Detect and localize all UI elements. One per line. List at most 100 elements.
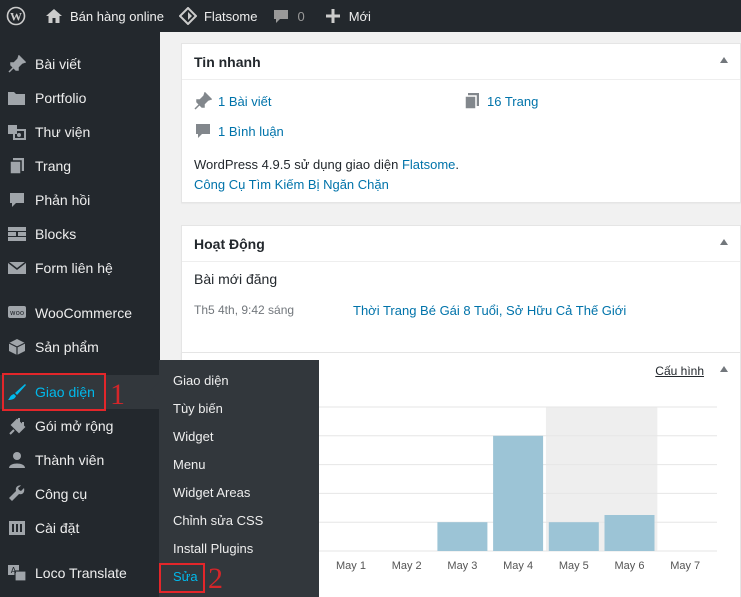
box-icon xyxy=(7,337,27,357)
menu-media[interactable]: Thư viện xyxy=(0,115,160,149)
chart-bar-may-5[interactable] xyxy=(548,522,599,551)
menu-users[interactable]: Thành viên xyxy=(0,443,160,477)
at-a-glance-widget: Tin nhanh 1 Bài viết 16 Trang 1 Bình luậ… xyxy=(181,43,741,203)
site-name: Bán hàng online xyxy=(70,8,164,24)
submenu-widget-areas[interactable]: Widget Areas xyxy=(173,485,250,500)
menu-label: Trang xyxy=(35,158,72,174)
user-icon xyxy=(7,450,27,470)
media-icon xyxy=(7,122,27,142)
menu-products[interactable]: Sản phẩm xyxy=(0,330,160,364)
widget-title[interactable]: Hoạt Động xyxy=(182,226,740,262)
menu-label: Blocks xyxy=(35,226,77,242)
plugin-icon xyxy=(7,416,27,436)
annotation-label-1: 1 xyxy=(110,378,125,411)
menu-label: Sản phẩm xyxy=(35,339,99,355)
x-tick-label: May 3 xyxy=(447,560,477,572)
wordpress-icon: W xyxy=(6,6,26,26)
settings-icon xyxy=(7,518,27,538)
woo-icon: woo xyxy=(7,303,27,323)
menu-label: Phản hồi xyxy=(35,192,91,208)
recent-post-link[interactable]: Thời Trang Bé Gái 8 Tuổi, Sở Hữu Cả Thế … xyxy=(353,303,626,318)
annotation-label-2: 2 xyxy=(208,562,223,595)
comment-bubble-icon xyxy=(271,6,291,26)
wrench-icon xyxy=(7,484,27,504)
menu-woocommerce[interactable]: woo WooCommerce xyxy=(0,296,160,330)
activity-widget: Hoạt Động Bài mới đăng Th5 4th, 9:42 sán… xyxy=(181,225,741,360)
pages-count-link[interactable]: 16 Trang xyxy=(463,92,538,110)
menu-label: Công cụ xyxy=(35,486,88,502)
menu-label: WooCommerce xyxy=(35,305,132,321)
new-label: Mới xyxy=(348,8,371,24)
annotation-box-1 xyxy=(2,373,106,411)
plus-icon xyxy=(323,6,343,26)
blocks-icon xyxy=(7,224,27,244)
menu-contact-form[interactable]: Form liên hệ xyxy=(0,251,160,285)
svg-text:A: A xyxy=(11,566,17,575)
wp-logo-button[interactable]: W xyxy=(0,0,40,32)
menu-blocks[interactable]: Blocks xyxy=(0,217,160,251)
chart-bar-may-3[interactable] xyxy=(437,522,488,551)
comment-icon xyxy=(196,124,210,138)
submenu-install-plugins[interactable]: Install Plugins xyxy=(173,541,253,556)
svg-text:woo: woo xyxy=(10,309,24,317)
flatsome-icon xyxy=(178,6,198,26)
menu-portfolio[interactable]: Portfolio xyxy=(0,81,160,115)
x-tick-label: May 5 xyxy=(559,560,589,572)
folder-icon xyxy=(7,88,27,108)
x-tick-label: May 6 xyxy=(615,560,645,572)
menu-settings[interactable]: Cài đặt xyxy=(0,511,160,545)
menu-pages[interactable]: Trang xyxy=(0,149,160,183)
chart-bar-may-6[interactable] xyxy=(604,515,655,551)
menu-label: Portfolio xyxy=(35,90,87,106)
mail-icon xyxy=(7,258,27,278)
menu-comments[interactable]: Phản hồi xyxy=(0,183,160,217)
new-content-link[interactable]: Mới xyxy=(313,0,379,32)
admin-bar: W Bán hàng online Flatsome 0 Mới xyxy=(0,0,741,32)
menu-label: Thư viện xyxy=(35,124,91,140)
post-date: Th5 4th, 9:42 sáng xyxy=(194,303,295,317)
submenu-edit-css[interactable]: Chỉnh sửa CSS xyxy=(173,513,263,528)
pages-icon xyxy=(464,93,479,110)
widget-title[interactable]: Tin nhanh xyxy=(182,44,740,80)
x-tick-label: May 1 xyxy=(336,560,366,572)
menu-label: Bài viết xyxy=(35,56,81,72)
comments-count-link[interactable]: 1 Bình luận xyxy=(194,122,284,140)
search-engines-blocked-link[interactable]: Công Cụ Tìm Kiếm Bị Ngăn Chặn xyxy=(194,177,389,192)
recent-posts-heading: Bài mới đăng xyxy=(194,271,278,287)
annotation-box-2 xyxy=(159,563,205,593)
menu-loco-translate[interactable]: A Loco Translate xyxy=(0,556,160,590)
submenu-menus[interactable]: Menu xyxy=(173,457,206,472)
chart-bar-may-4[interactable] xyxy=(493,435,544,551)
submenu-widgets[interactable]: Widget xyxy=(173,429,213,444)
submenu-themes[interactable]: Giao diện xyxy=(173,373,229,388)
home-icon xyxy=(44,6,64,26)
appearance-submenu: Giao diện Tùy biến Widget Menu Widget Ar… xyxy=(159,360,319,597)
x-tick-label: May 7 xyxy=(670,560,700,572)
posts-count-link[interactable]: 1 Bài viết xyxy=(194,92,271,110)
pages-icon xyxy=(7,156,27,176)
menu-label: Form liên hệ xyxy=(35,260,113,276)
pin-icon xyxy=(194,92,212,110)
collapse-arrow-icon[interactable] xyxy=(720,57,728,63)
svg-text:W: W xyxy=(10,10,22,24)
theme-link[interactable]: Flatsome xyxy=(172,0,265,32)
translate-icon: A xyxy=(7,563,27,583)
pin-icon xyxy=(7,54,27,74)
x-tick-label: May 4 xyxy=(503,560,533,572)
theme-link[interactable]: Flatsome xyxy=(402,157,455,172)
site-name-link[interactable]: Bán hàng online xyxy=(40,0,172,32)
menu-label: Loco Translate xyxy=(35,565,127,581)
collapse-arrow-icon[interactable] xyxy=(720,239,728,245)
menu-plugins[interactable]: Gói mở rộng xyxy=(0,409,160,443)
comment-icon xyxy=(7,190,27,210)
theme-name: Flatsome xyxy=(203,8,258,24)
x-tick-label: May 2 xyxy=(392,560,422,572)
menu-posts[interactable]: Bài viết xyxy=(0,47,160,81)
menu-tools[interactable]: Công cụ xyxy=(0,477,160,511)
comments-link[interactable]: 0 xyxy=(265,0,312,32)
comments-count: 0 xyxy=(297,8,305,24)
menu-label: Gói mở rộng xyxy=(35,418,114,434)
submenu-customize[interactable]: Tùy biến xyxy=(173,401,223,416)
menu-label: Cài đặt xyxy=(35,520,80,536)
menu-label: Thành viên xyxy=(35,452,105,468)
